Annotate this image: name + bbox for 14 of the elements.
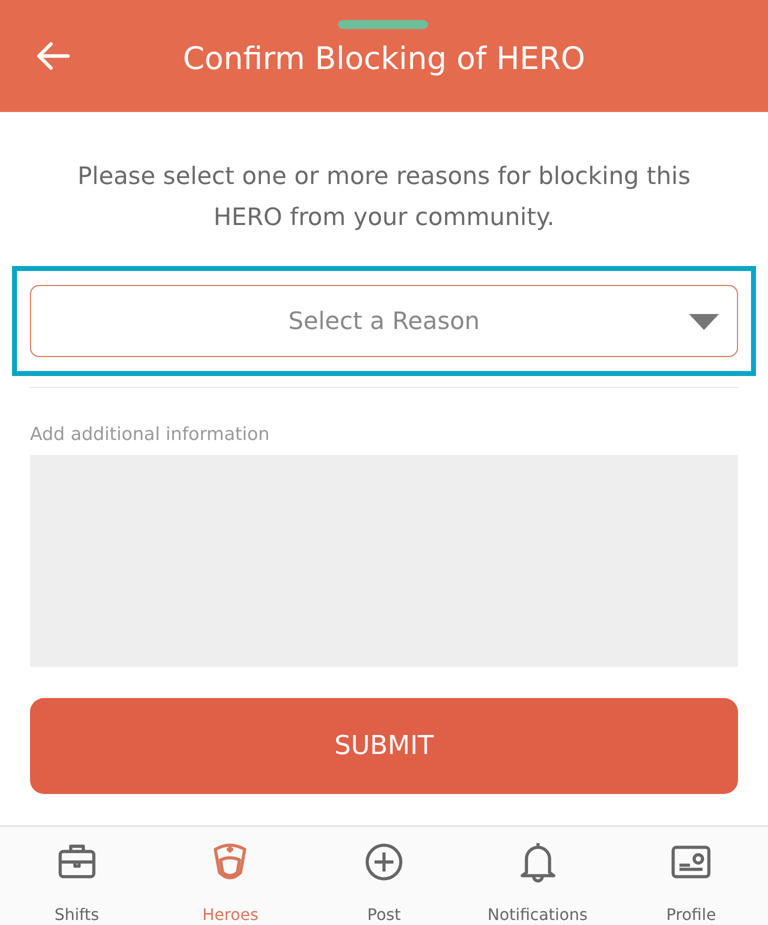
nav-tab[interactable]: Notifications [462, 827, 613, 925]
caret-icon [689, 314, 719, 330]
screen-title: Confirm Blocking of HERO [182, 40, 586, 77]
nav-tab[interactable]: Profile [616, 827, 766, 925]
reason-dropdown[interactable]: Select a Reason [30, 285, 738, 357]
back-arrow-icon[interactable] [36, 41, 70, 71]
nav-tab[interactable]: Heroes [155, 827, 306, 925]
nav-tab[interactable]: Shifts [2, 827, 152, 925]
instruction-text: Please select one or more reasons for blocking this HERO from your community. [76, 161, 692, 233]
field-label: Add additional information [30, 424, 271, 445]
plus-circle-icon [362, 841, 405, 883]
nav-tab[interactable]: Post [308, 827, 459, 925]
drag-handle[interactable] [338, 20, 428, 29]
submit-button[interactable]: SUBMIT [30, 698, 738, 794]
